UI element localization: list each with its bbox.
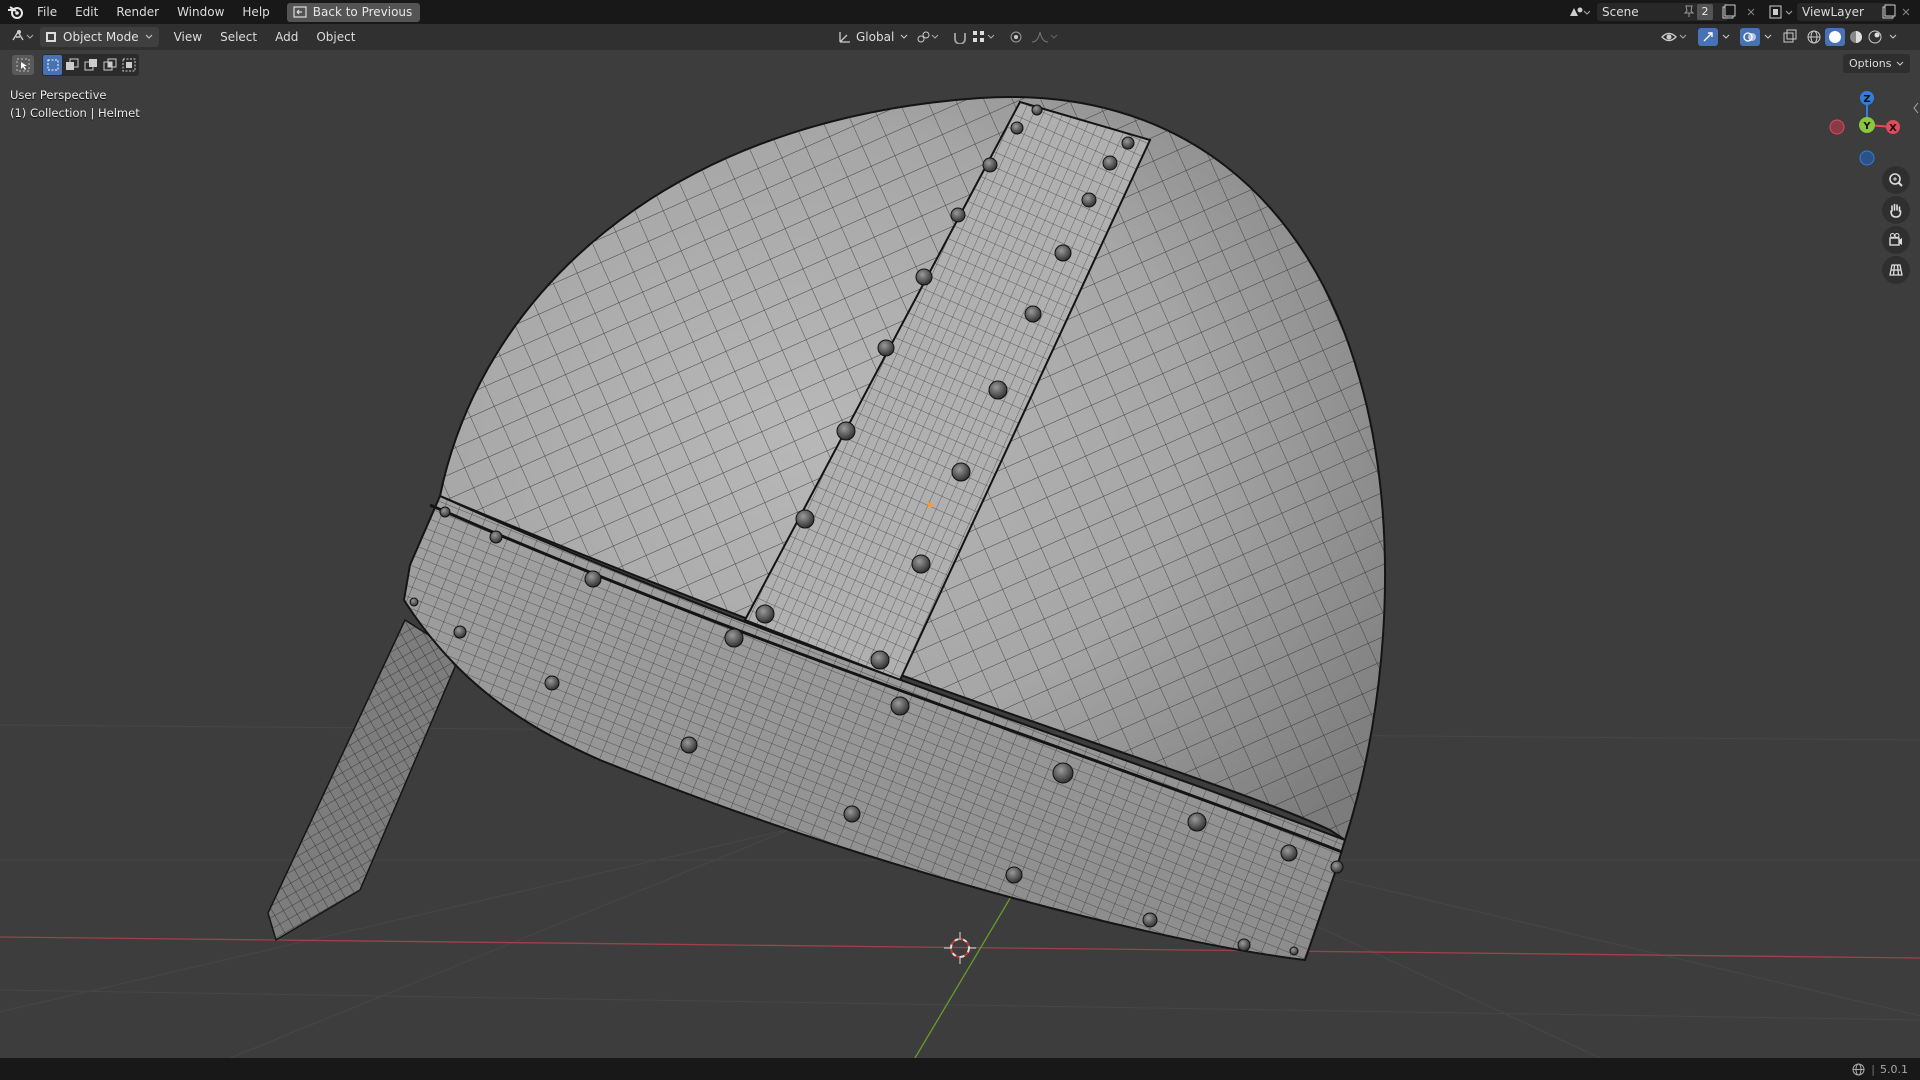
hand-icon — [1888, 202, 1904, 218]
select-intersect-icon — [122, 58, 135, 72]
material-shading-icon[interactable] — [1848, 29, 1864, 45]
gizmo-toggle-icon[interactable] — [1698, 28, 1718, 46]
globe-icon — [1852, 1063, 1865, 1076]
view-layer-name: ViewLayer — [1802, 5, 1864, 19]
selection-mode-set[interactable] — [43, 55, 62, 75]
wireframe-shading-icon[interactable] — [1806, 29, 1822, 45]
chevron-down-icon[interactable] — [1764, 34, 1772, 40]
overlays-toggle-icon[interactable] — [1740, 28, 1760, 46]
toggle-projection-button[interactable] — [1882, 256, 1910, 284]
selection-mode-extend[interactable] — [62, 55, 81, 75]
options-dropdown[interactable]: Options — [1843, 54, 1911, 73]
delete-view-layer-icon[interactable] — [1900, 4, 1912, 23]
selection-mode-subtract[interactable] — [81, 55, 100, 75]
status-bar: | 5.0.1 — [0, 1058, 1920, 1080]
gizmo-y-label: Y — [1862, 121, 1871, 132]
tool-settings-row — [12, 54, 139, 76]
scene-selector-icon[interactable] — [1566, 2, 1592, 22]
viewport-scene — [0, 96, 1920, 1058]
object-mode-icon — [44, 30, 58, 44]
zoom-icon — [1888, 172, 1904, 188]
xray-toggle-icon[interactable] — [1782, 29, 1798, 45]
chevron-down-icon — [145, 34, 153, 40]
gizmo-x-label: X — [1889, 123, 1897, 134]
delete-scene-icon[interactable] — [1745, 4, 1757, 23]
menu-select[interactable]: Select — [211, 24, 266, 50]
viewport-info-overlay: User Perspective (1) Collection | Helmet — [10, 86, 140, 122]
transform-orientation-icon — [838, 30, 852, 44]
selection-mode-group — [42, 54, 139, 76]
version-info: | 5.0.1 — [1852, 1063, 1908, 1076]
snap-target-icon[interactable] — [972, 30, 998, 44]
object-origin — [927, 502, 933, 508]
chevron-down-icon[interactable] — [1722, 34, 1730, 40]
proportional-editing-icon[interactable] — [1008, 30, 1024, 44]
rendered-shading-icon[interactable] — [1867, 29, 1883, 45]
status-separator: | — [1871, 1062, 1875, 1076]
object-mode-label: Object Mode — [63, 30, 139, 44]
menu-view[interactable]: View — [165, 24, 211, 50]
perspective-label: User Perspective — [10, 88, 107, 102]
menu-object[interactable]: Object — [307, 24, 364, 50]
menu-file[interactable]: File — [28, 0, 66, 24]
solid-shading-icon[interactable] — [1825, 28, 1845, 46]
version-number: 5.0.1 — [1880, 1062, 1908, 1076]
snap-toggle-icon[interactable] — [952, 30, 968, 44]
back-to-previous-label: Back to Previous — [312, 5, 413, 19]
navigation-gizmo[interactable]: Z X Y — [1822, 86, 1912, 176]
select-subtract-icon — [84, 59, 97, 71]
zoom-view-button[interactable] — [1882, 166, 1910, 194]
viewport-display-tools — [1660, 24, 1897, 50]
view-layer-icon[interactable] — [1768, 3, 1796, 24]
transform-orientation-dropdown[interactable]: Global — [856, 30, 894, 44]
selection-mode-intersect[interactable] — [119, 55, 138, 75]
menu-window[interactable]: Window — [168, 0, 233, 24]
camera-icon — [1888, 232, 1904, 248]
selection-mode-invert[interactable] — [100, 55, 119, 75]
back-to-previous-button[interactable]: Back to Previous — [286, 2, 421, 22]
y-axis-line — [914, 884, 1019, 1058]
sidebar-toggle-icon[interactable] — [1912, 102, 1920, 117]
scene-users-count[interactable]: 2 — [1697, 4, 1713, 20]
select-invert-icon — [103, 58, 116, 71]
camera-view-button[interactable] — [1882, 226, 1910, 254]
collection-info-label: (1) Collection | Helmet — [10, 106, 140, 120]
chevron-down-icon[interactable] — [1889, 34, 1897, 40]
new-view-layer-icon[interactable] — [1880, 4, 1896, 23]
grid-projection-icon — [1888, 262, 1904, 278]
falloff-curve-icon[interactable] — [1030, 30, 1060, 44]
3d-viewport-icon — [10, 28, 36, 47]
cursor-icon — [16, 58, 30, 72]
pan-view-button[interactable] — [1882, 196, 1910, 224]
blender-logo-icon[interactable] — [2, 5, 28, 19]
select-set-icon — [47, 59, 58, 71]
viewport-header: Object Mode View Select Add Object Globa… — [0, 24, 1920, 50]
visibility-eye-icon[interactable] — [1660, 29, 1690, 45]
select-extend-icon — [65, 58, 78, 70]
new-scene-icon[interactable] — [1720, 4, 1736, 23]
gizmo-z-label: Z — [1863, 94, 1870, 105]
options-label: Options — [1849, 57, 1892, 70]
3d-viewport[interactable]: Z X Y — [0, 50, 1920, 1058]
editor-type-selector[interactable] — [10, 27, 36, 47]
scene-name: Scene — [1602, 5, 1639, 19]
menu-render[interactable]: Render — [107, 0, 168, 24]
chevron-down-icon — [1896, 61, 1904, 67]
screen-back-icon — [293, 6, 307, 18]
pivot-point-icon[interactable] — [916, 30, 942, 44]
menu-help[interactable]: Help — [233, 0, 278, 24]
pin-icon[interactable] — [1683, 4, 1695, 21]
select-tool-button[interactable] — [12, 55, 34, 75]
menu-add[interactable]: Add — [266, 24, 307, 50]
chevron-down-icon — [900, 34, 908, 40]
menu-edit[interactable]: Edit — [66, 0, 107, 24]
object-mode-dropdown[interactable]: Object Mode — [40, 27, 159, 47]
transform-tools: Global — [838, 24, 1060, 50]
